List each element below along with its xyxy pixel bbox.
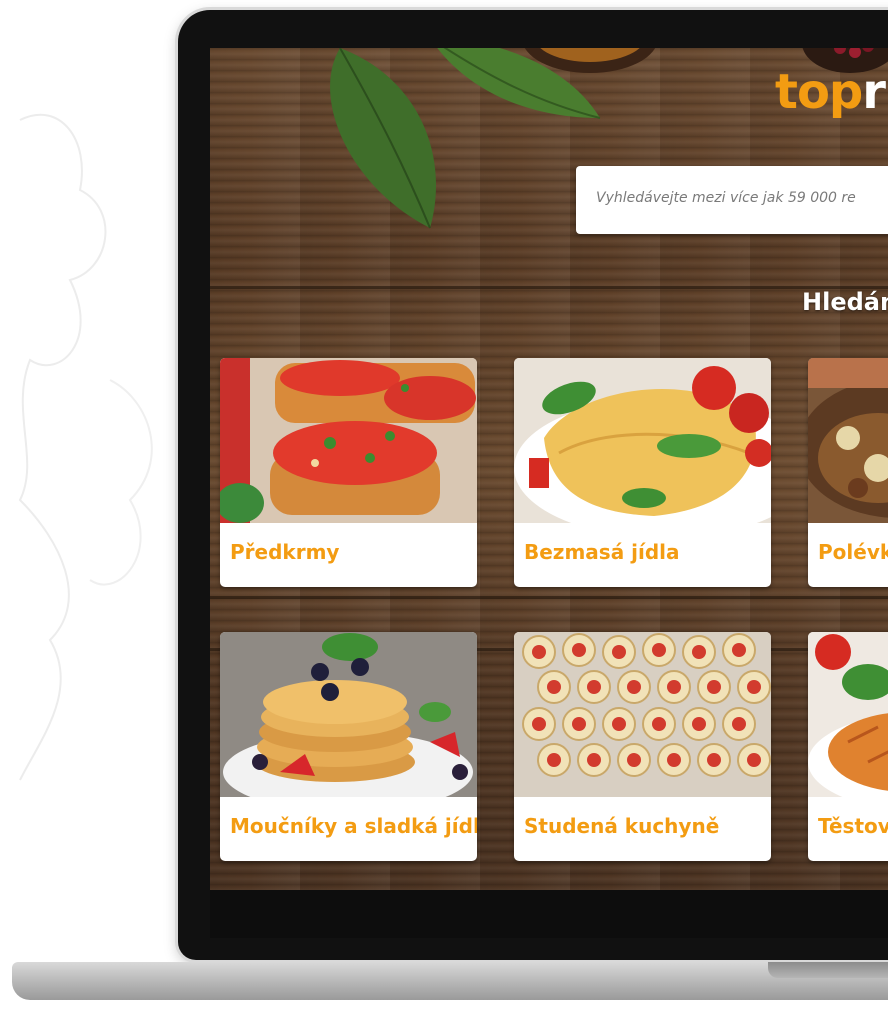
wood-plank-seam [210, 596, 888, 599]
bowl-decoration [524, 48, 656, 73]
category-card-studena-kuchyne[interactable]: Studená kuchyně [514, 632, 771, 861]
category-label: Studená kuchyně [524, 814, 720, 838]
laptop-base-notch [768, 962, 888, 978]
category-label: Bezmasá jídla [524, 540, 680, 564]
search-placeholder: Vyhledávejte mezi více jak 59 000 re [596, 190, 856, 206]
pancakes-photo [220, 632, 477, 797]
background-map-decoration [18, 113, 153, 781]
canapes-photo [514, 632, 771, 797]
soup-photo [808, 358, 888, 523]
logo-part-r: r [862, 64, 886, 120]
screen-bottom-bezel [210, 890, 888, 938]
category-label: Předkrmy [230, 540, 340, 564]
logo-part-top: top [775, 64, 863, 120]
laptop-base [12, 962, 888, 1000]
wood-plank-seam [210, 286, 888, 289]
category-label: Polévky [818, 540, 888, 564]
category-card-predkrmy[interactable]: Předkrmy [220, 358, 477, 587]
category-card-polevky[interactable]: Polévky [808, 358, 888, 587]
category-card-bezmasa-jidla[interactable]: Bezmasá jídla [514, 358, 771, 587]
search-input[interactable]: Vyhledávejte mezi více jak 59 000 re [576, 166, 888, 234]
pasta-photo [808, 632, 888, 797]
omelette-photo [514, 358, 771, 523]
category-card-moucniky[interactable]: Moučníky a sladká jídla [220, 632, 477, 861]
category-label: Těstovi [818, 814, 888, 838]
website-screen: topr Vyhledávejte mezi více jak 59 000 r… [210, 48, 888, 890]
bruschetta-photo [220, 358, 477, 523]
site-logo[interactable]: topr [775, 64, 886, 120]
category-label: Moučníky a sladká jídla [230, 814, 477, 838]
category-card-testoviny[interactable]: Těstovi [808, 632, 888, 861]
section-heading: Hledán [802, 288, 888, 316]
